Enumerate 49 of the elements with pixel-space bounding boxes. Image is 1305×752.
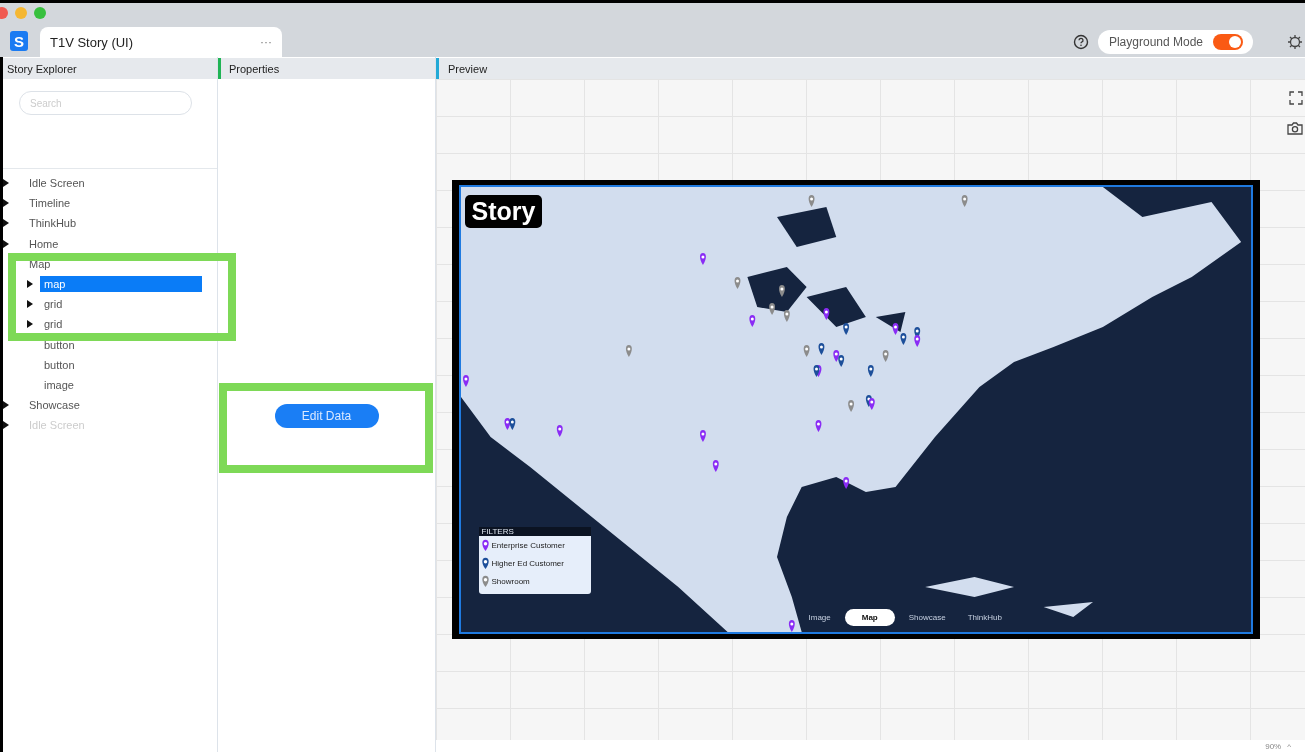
panel-header: Story Explorer	[3, 58, 217, 79]
caret-icon[interactable]	[3, 179, 9, 188]
caret-icon[interactable]	[3, 219, 9, 228]
tree-item[interactable]: grid	[40, 296, 67, 313]
caret-icon[interactable]	[27, 280, 33, 289]
caret-icon[interactable]	[3, 239, 9, 248]
legend-title: FILTERS	[478, 527, 591, 536]
more-menu[interactable]: ···	[260, 35, 272, 49]
map-pin-icon[interactable]	[480, 575, 490, 587]
help-icon[interactable]	[1072, 34, 1089, 50]
caret-icon[interactable]	[3, 401, 9, 410]
legend-label[interactable]: Higher Ed Customer	[491, 558, 564, 568]
playground-mode-control[interactable]: Playground Mode	[1097, 30, 1253, 54]
nav-tab[interactable]: Map	[844, 609, 895, 626]
nav-tab[interactable]: Showcase	[900, 609, 954, 626]
mode-label: Playground Mode	[1108, 35, 1203, 49]
caret-icon[interactable]	[27, 300, 33, 309]
tree-item[interactable]: grid	[40, 316, 67, 333]
tree-item[interactable]: Map	[25, 255, 55, 272]
nav-tab[interactable]: Image	[800, 609, 839, 626]
tree-item[interactable]: image	[40, 376, 78, 393]
tree-item[interactable]: Showcase	[25, 397, 84, 414]
tree-item[interactable]: button	[40, 336, 79, 353]
tree-item[interactable]: map	[40, 276, 202, 293]
tree-item[interactable]: Idle Screen	[25, 175, 89, 192]
panel-header: Properties	[218, 58, 435, 79]
nav-tab[interactable]: ThinkHub	[959, 609, 1010, 626]
settings-icon[interactable]	[1287, 34, 1303, 50]
zoom-toggle[interactable]: ^	[1287, 741, 1291, 751]
legend-label[interactable]: Showroom	[491, 576, 530, 586]
caret-icon[interactable]	[3, 421, 9, 430]
panel-header: Preview	[436, 58, 1305, 79]
document-tab[interactable]: T1V Story (UI) ···	[40, 27, 282, 57]
caret-icon[interactable]	[27, 320, 33, 329]
story-logo: Story	[464, 195, 543, 228]
legend-label[interactable]: Enterprise Customer	[491, 540, 565, 550]
tree-item[interactable]: button	[40, 356, 79, 373]
app-logo: S	[10, 31, 28, 51]
map-pin-icon[interactable]	[480, 557, 490, 569]
document-title: T1V Story (UI)	[50, 34, 134, 50]
fullscreen-icon[interactable]	[1289, 91, 1303, 105]
tree-item[interactable]: Timeline	[25, 195, 75, 212]
tree-item[interactable]: Home	[25, 235, 63, 252]
map-pin-icon[interactable]	[480, 539, 490, 551]
caret-icon[interactable]	[3, 199, 9, 208]
zoom-level: 90%	[1265, 741, 1282, 751]
camera-icon[interactable]	[1287, 121, 1303, 135]
tree-item[interactable]: ThinkHub	[25, 215, 81, 232]
toggle-switch[interactable]	[1213, 34, 1243, 50]
